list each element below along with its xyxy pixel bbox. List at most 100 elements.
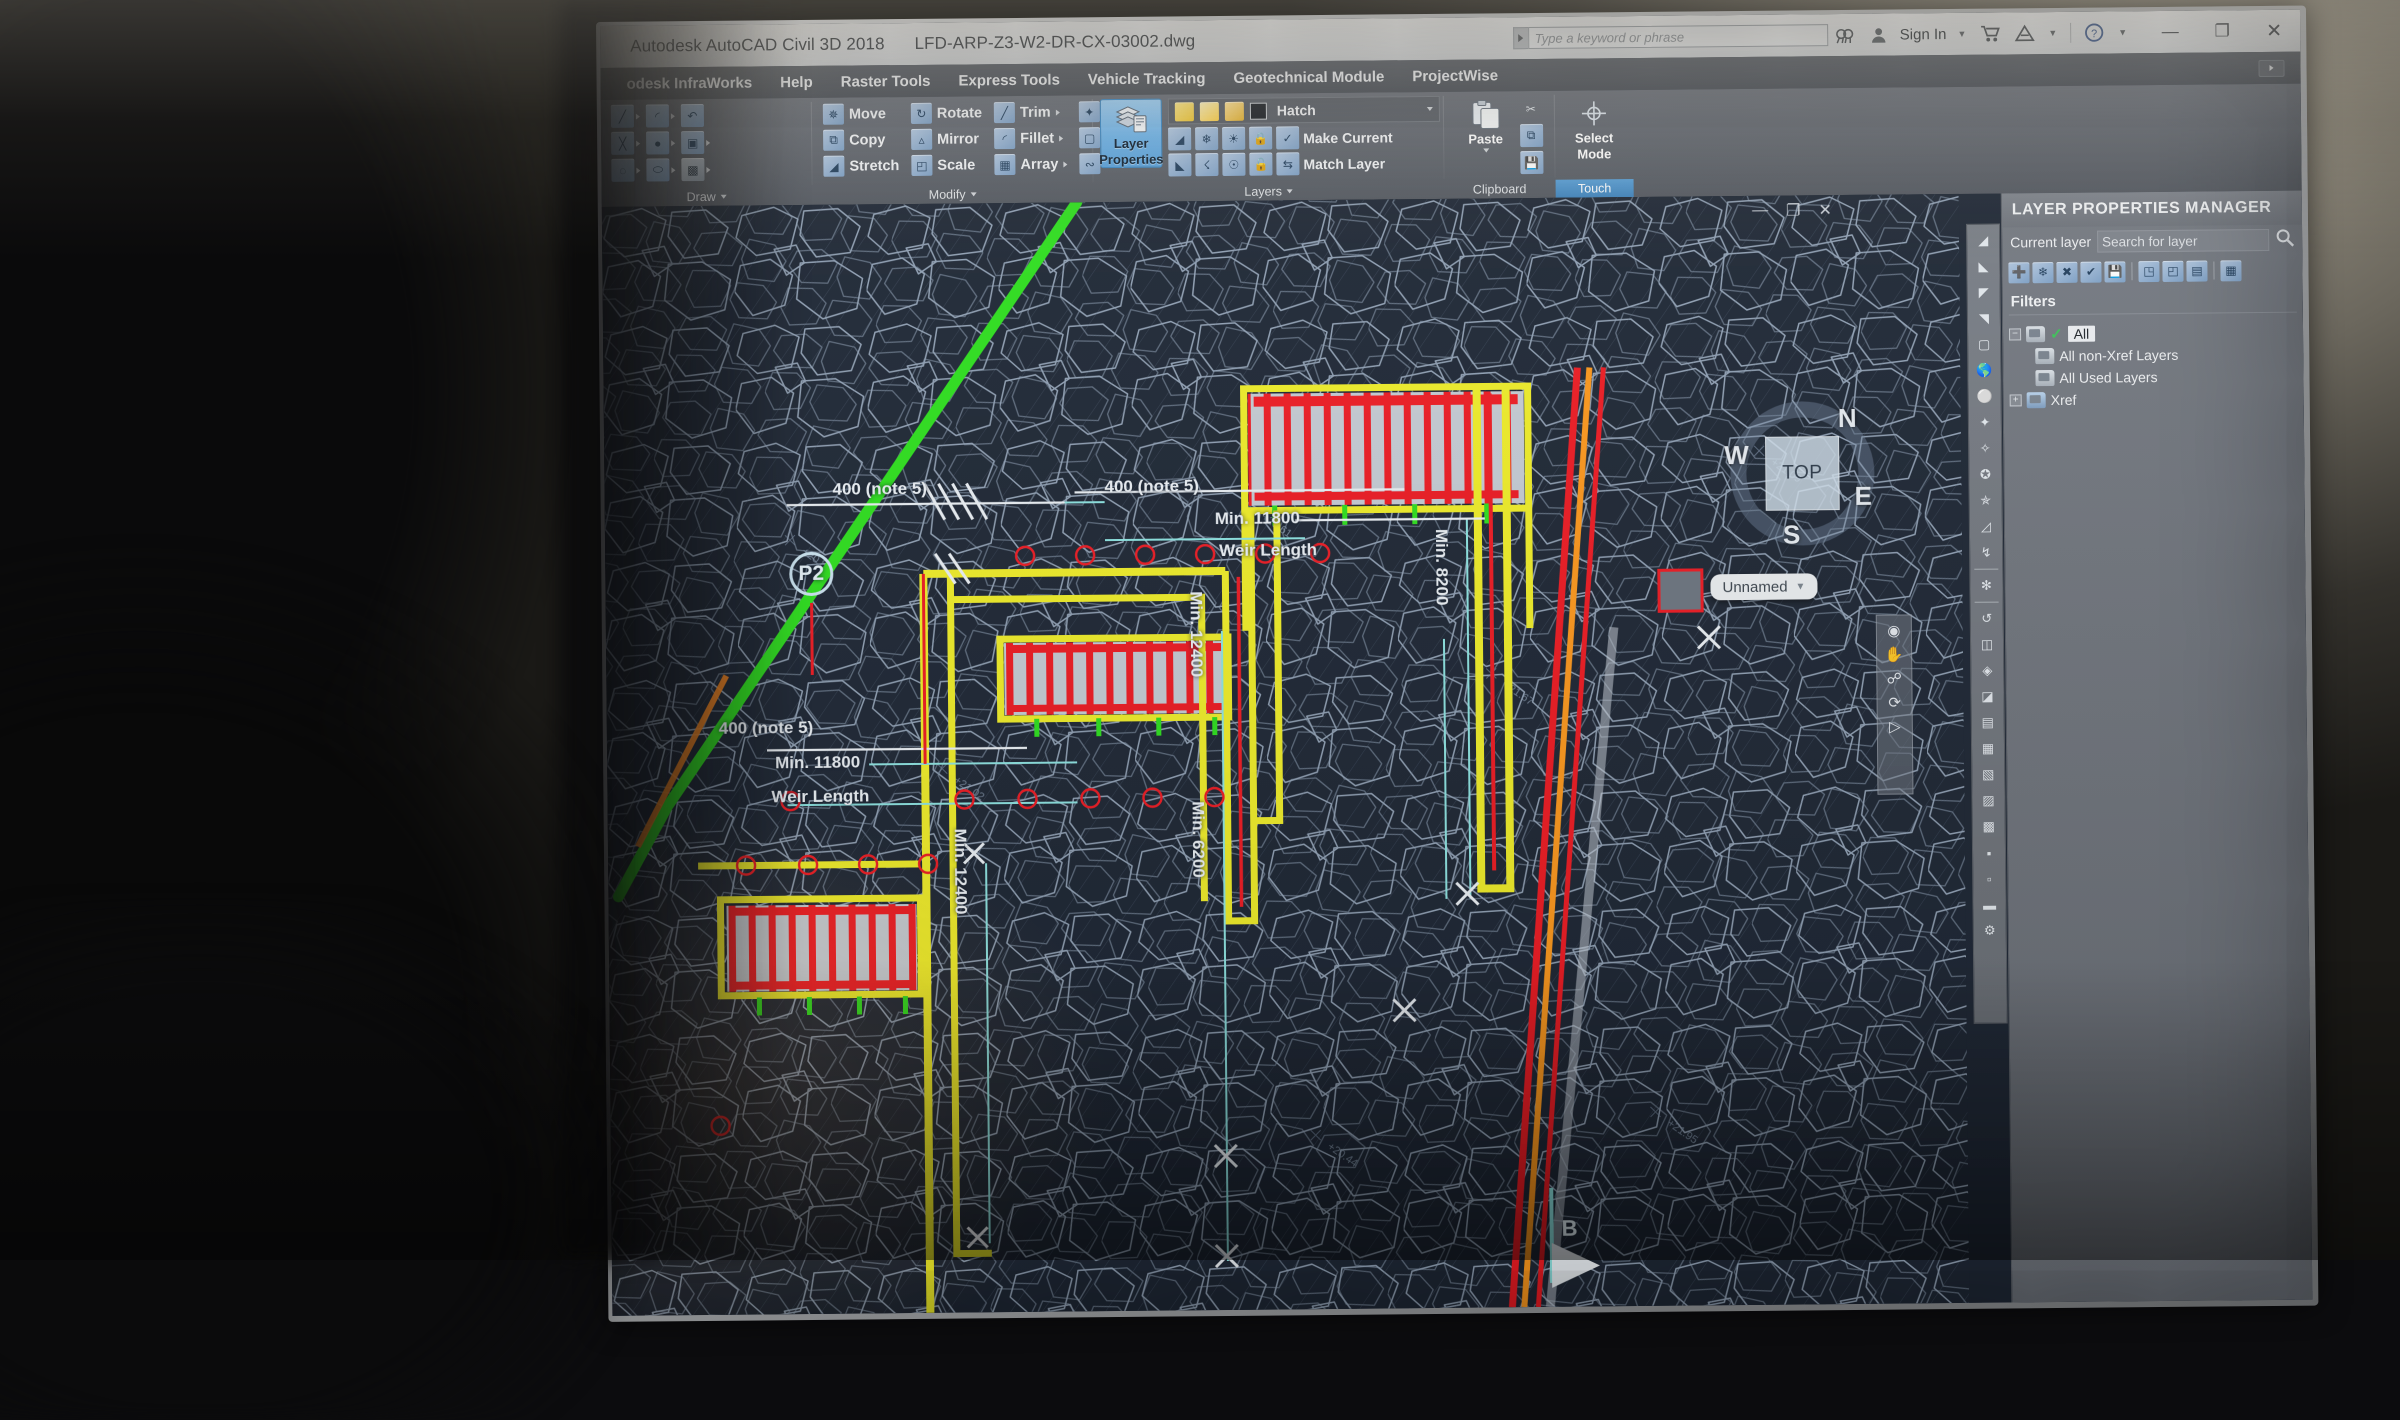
viewcube-east-label[interactable]: E (1854, 481, 1872, 512)
modify-panel-expand-icon[interactable] (971, 192, 977, 196)
set-current-icon[interactable]: ✔ (2080, 261, 2101, 282)
menu-item-vehicle-tracking[interactable]: Vehicle Tracking (1074, 70, 1220, 88)
help-question-icon[interactable]: ? (2077, 11, 2111, 53)
expander-collapse-icon[interactable]: − (2009, 328, 2021, 340)
drawing-close-button[interactable]: ✕ (1818, 200, 1832, 220)
alignment-icon[interactable]: ◈ (1974, 659, 2000, 683)
plan-production-icon[interactable]: ▩ (1976, 815, 2002, 839)
new-layer-icon[interactable]: ➕ (2008, 262, 2029, 283)
layer-states-manager-icon[interactable]: ▤ (2186, 260, 2207, 281)
rectangle-dropdown-icon[interactable] (706, 139, 710, 145)
lpm-search-input[interactable]: Search for layer (2097, 229, 2269, 253)
layer-on-bulb-icon[interactable] (1175, 102, 1194, 121)
menu-item-geotechnical-module[interactable]: Geotechnical Module (1219, 68, 1398, 87)
paste-button[interactable]: Paste (1455, 95, 1516, 153)
zoom-extents-icon[interactable]: ☍ (1887, 669, 1902, 687)
window-minimize-button[interactable]: — (2144, 11, 2196, 53)
hatch-dropdown-icon[interactable] (706, 166, 710, 172)
account-icon[interactable] (1862, 14, 1896, 56)
new-layer-vp-frozen-icon[interactable]: ❄ (2032, 262, 2053, 283)
current-layer-dropdown-icon[interactable] (1427, 107, 1433, 111)
new-group-filter-icon[interactable]: ◰ (2162, 260, 2183, 281)
globe-earth-icon[interactable]: 🌎 (1971, 359, 1997, 383)
fillet-button[interactable]: ◜Fillet (990, 125, 1071, 151)
layers-panel-expand-icon[interactable] (1287, 189, 1293, 193)
array-button[interactable]: ▦Array (990, 151, 1071, 177)
ribbon-minimize-icon[interactable] (2258, 59, 2284, 76)
grading-icon[interactable]: ◪ (1974, 685, 2000, 709)
show-motion-icon[interactable]: ▷ (1889, 718, 1901, 736)
label-styles-icon[interactable]: ▦ (1975, 737, 2001, 761)
fillet-dropdown-icon[interactable] (1059, 135, 1063, 141)
selected-entity-grip[interactable] (1657, 568, 1703, 612)
feature-line-icon[interactable]: ◿ (1973, 515, 1999, 539)
orbit-icon[interactable]: ⟳ (1888, 694, 1901, 712)
drawing-minimize-button[interactable]: — (1752, 202, 1768, 220)
layer-unisolate-icon[interactable]: ◣ (1168, 153, 1191, 176)
search-expand-arrow[interactable] (1513, 27, 1528, 49)
mass-haul-icon[interactable]: ▬ (1976, 893, 2002, 917)
layer-freeze-icon[interactable]: ❄ (1195, 127, 1218, 150)
layer-isolate-icon[interactable]: ◢ (1168, 127, 1191, 150)
trim-button[interactable]: ╱Trim (990, 99, 1071, 125)
import-survey-icon[interactable]: ▧ (1975, 763, 2001, 787)
steering-wheel-icon[interactable]: ◉ (1887, 622, 1900, 640)
help-caret-icon[interactable]: ▼ (2111, 27, 2134, 37)
layer-walk-icon[interactable]: ▦ (2220, 260, 2241, 281)
sign-in-button[interactable]: Sign In (1896, 25, 1951, 43)
scale-button[interactable]: ◰Scale (907, 152, 986, 178)
mirror-button[interactable]: ▵Mirror (907, 126, 986, 152)
viewcube-north-label[interactable]: N (1838, 403, 1857, 434)
quantity-takeoff-icon[interactable]: ▫ (1976, 867, 2002, 891)
surface-create-icon[interactable]: ◢ (1970, 229, 1996, 253)
layer-properties-button[interactable]: Layer Properties (1100, 99, 1163, 169)
draw-panel-expand-icon[interactable] (721, 195, 727, 199)
point-edit-icon[interactable]: ✪ (1972, 463, 1998, 487)
autodesk-caret-icon[interactable]: ▼ (2041, 28, 2064, 38)
drawing-canvas[interactable]: +20.87 +21.02 +20.61 +21.67 +21.09 +20.4… (602, 194, 1970, 1316)
cart-icon[interactable] (1973, 12, 2007, 54)
section-view-icon[interactable]: ◫ (1974, 633, 2000, 657)
parcel-create-icon[interactable]: ▢ (1971, 333, 1997, 357)
menu-item-help[interactable]: Help (766, 73, 827, 91)
point-group-icon[interactable]: ✯ (1973, 489, 1999, 513)
copy-clip-icon[interactable]: ⧉ (1520, 124, 1543, 147)
make-current-label[interactable]: Make Current (1303, 129, 1393, 146)
pan-hand-icon[interactable]: ✋ (1885, 645, 1904, 663)
menu-item-express-tools[interactable]: Express Tools (944, 71, 1074, 89)
autodesk-a-icon[interactable] (2007, 12, 2041, 54)
clipboard-panel-label[interactable]: Clipboard (1445, 180, 1555, 199)
menu-item-raster-tools[interactable]: Raster Tools (827, 72, 945, 90)
trim-dropdown-icon[interactable] (1056, 109, 1060, 115)
search-icon[interactable] (1828, 14, 1862, 56)
new-property-filter-icon[interactable]: ◳ (2138, 261, 2159, 282)
lpm-search-icon[interactable] (2275, 228, 2294, 252)
search-input[interactable]: Type a keyword or phrase (1528, 24, 1828, 49)
paste-special-icon[interactable]: 💾 (1520, 151, 1543, 174)
select-mode-button[interactable]: Select Mode (1562, 94, 1627, 162)
layer-unlock2-icon[interactable]: 🔓 (1249, 153, 1272, 176)
menu-item-projectwise[interactable]: ProjectWise (1398, 67, 1512, 85)
point-create-icon[interactable]: ✦ (1972, 411, 1998, 435)
layer-turn-all-on-icon[interactable]: ☉ (1222, 153, 1245, 176)
expander-expand-icon[interactable]: + (2010, 394, 2022, 406)
unnamed-tooltip[interactable]: Unnamed ▼ (1710, 573, 1817, 600)
stretch-button[interactable]: ◢Stretch (819, 153, 903, 179)
viewcube[interactable]: TOP N S E W (1722, 393, 1884, 555)
window-maximize-button[interactable]: ❐ (2196, 10, 2248, 52)
array-dropdown-icon[interactable] (1063, 161, 1067, 167)
paste-dropdown-icon[interactable] (1483, 148, 1489, 152)
rotate-button[interactable]: ↻Rotate (907, 100, 986, 126)
surface-style-icon[interactable]: ◥ (1971, 307, 1997, 331)
export-icon[interactable]: ▨ (1975, 789, 2001, 813)
settings-gear-icon[interactable]: ⚙ (1977, 919, 2003, 943)
layer-thaw-sun-icon[interactable] (1200, 102, 1219, 121)
volume-dashboard-icon[interactable]: ▤ (1975, 711, 2001, 735)
callout-p2[interactable]: P2 (789, 552, 833, 596)
delete-layer-icon[interactable]: ✖ (2056, 261, 2077, 282)
match-layer-icon[interactable]: ⇆ (1276, 152, 1299, 175)
profile-view-icon[interactable]: ↺ (1974, 607, 2000, 631)
filter-node-all-non-xref[interactable]: All non-Xref Layers (2009, 343, 2303, 368)
filter-node-all-used[interactable]: All Used Layers (2009, 365, 2303, 390)
current-layer-combo[interactable]: Hatch (1168, 96, 1440, 125)
